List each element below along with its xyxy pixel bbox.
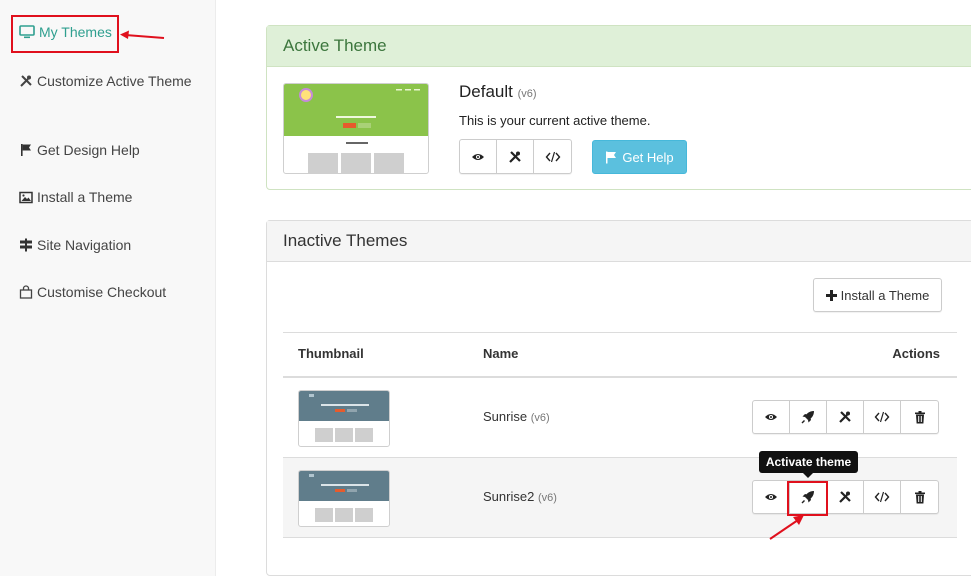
eye-icon <box>765 494 777 500</box>
get-help-button[interactable]: Get Help <box>592 140 687 174</box>
theme-name-cell: Sunrise2 (v6) <box>483 489 557 504</box>
sidebar-item-customise-checkout[interactable]: Customise Checkout <box>19 281 209 305</box>
get-help-label: Get Help <box>622 149 674 165</box>
active-theme-panel: Active Theme Default (v6) This is your c… <box>266 25 971 190</box>
preview-button[interactable] <box>753 401 790 433</box>
monitor-icon <box>19 23 35 45</box>
sidebar-item-label: My Themes <box>39 24 112 40</box>
sidebar: My Themes Customize Active Theme Get Des… <box>0 0 216 576</box>
sidebar-item-install-a-theme[interactable]: Install a Theme <box>19 186 209 210</box>
plus-icon <box>825 289 837 301</box>
theme-thumbnail <box>298 470 390 527</box>
tools-icon <box>19 72 35 94</box>
install-theme-button[interactable]: Install a Theme <box>813 278 942 312</box>
preview-button[interactable] <box>460 140 497 173</box>
edit-code-button[interactable] <box>864 401 901 433</box>
theme-version: (v6) <box>530 412 550 424</box>
eye-icon <box>765 414 777 420</box>
signpost-icon <box>19 236 35 258</box>
customize-button[interactable] <box>827 401 864 433</box>
sidebar-item-label: Install a Theme <box>37 189 133 205</box>
sidebar-item-my-themes[interactable]: My Themes <box>19 21 209 45</box>
bag-icon <box>19 283 35 305</box>
rocket-icon <box>801 491 814 504</box>
active-theme-name: Default <box>459 82 513 101</box>
inactive-themes-panel: Inactive Themes Install a Theme Thumbnai… <box>266 220 971 576</box>
sidebar-item-site-navigation[interactable]: Site Navigation <box>19 234 209 258</box>
sidebar-item-customize-active-theme[interactable]: Customize Active Theme <box>19 70 209 94</box>
sidebar-item-label: Customise Checkout <box>37 284 167 300</box>
theme-actions <box>752 480 939 514</box>
col-thumbnail: Thumbnail <box>298 346 364 361</box>
sidebar-item-get-design-help[interactable]: Get Design Help <box>19 139 209 163</box>
theme-name-cell: Sunrise (v6) <box>483 409 550 424</box>
tools-icon <box>839 411 851 423</box>
active-theme-actions <box>459 139 572 174</box>
customize-button[interactable] <box>827 481 864 513</box>
table-header: Thumbnail Name Actions <box>283 332 957 378</box>
theme-name: Sunrise2 <box>483 489 535 504</box>
tools-icon <box>839 491 851 503</box>
customize-button[interactable] <box>497 140 534 173</box>
sidebar-item-label: Customize Active Theme <box>37 73 192 89</box>
active-theme-thumbnail <box>283 83 429 174</box>
theme-actions <box>752 400 939 434</box>
preview-button[interactable] <box>753 481 790 513</box>
edit-code-button[interactable] <box>534 140 571 173</box>
theme-version: (v6) <box>537 492 557 504</box>
code-icon <box>874 411 890 423</box>
activate-theme-tooltip: Activate theme <box>759 451 858 478</box>
themes-table: Thumbnail Name Actions Sunrise (v6) Sunr… <box>283 332 957 538</box>
inactive-themes-heading: Inactive Themes <box>267 221 971 262</box>
active-theme-description: This is your current active theme. <box>459 113 651 128</box>
active-theme-title: Default (v6) <box>459 82 537 102</box>
trash-icon <box>914 410 925 423</box>
table-row: Sunrise (v6) <box>283 378 957 458</box>
sidebar-item-label: Get Design Help <box>37 142 140 158</box>
delete-button[interactable] <box>901 401 938 433</box>
col-actions: Actions <box>892 346 940 361</box>
flag-icon <box>606 151 617 163</box>
theme-name: Sunrise <box>483 409 528 424</box>
eye-icon <box>472 153 484 160</box>
activate-theme-button[interactable] <box>790 481 827 513</box>
col-name: Name <box>483 346 519 361</box>
tools-icon <box>509 150 521 163</box>
active-theme-version: (v6) <box>517 88 537 100</box>
active-theme-heading: Active Theme <box>267 26 971 67</box>
trash-icon <box>914 490 925 503</box>
flag-icon <box>19 141 35 163</box>
edit-code-button[interactable] <box>864 481 901 513</box>
code-icon <box>545 151 560 162</box>
activate-theme-button[interactable] <box>790 401 827 433</box>
sidebar-item-label: Site Navigation <box>37 237 132 253</box>
theme-thumbnail <box>298 390 390 447</box>
delete-button[interactable] <box>901 481 938 513</box>
image-icon <box>19 188 35 210</box>
install-theme-label: Install a Theme <box>840 287 930 303</box>
code-icon <box>874 491 890 503</box>
rocket-icon <box>801 411 814 424</box>
